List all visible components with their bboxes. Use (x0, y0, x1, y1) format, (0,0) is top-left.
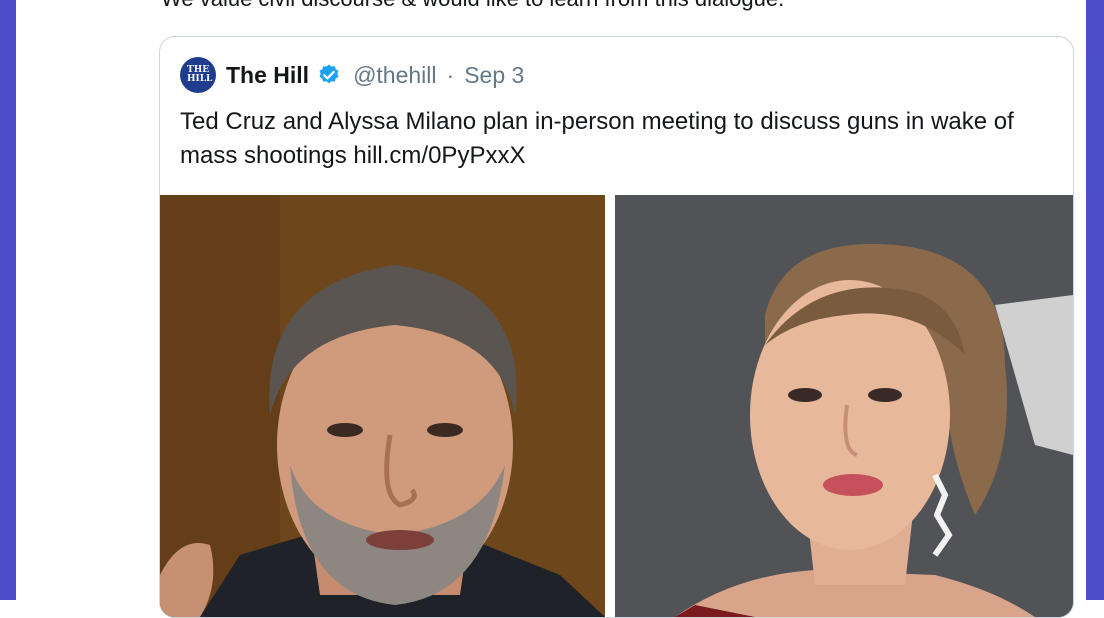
quoted-tweet-text: Ted Cruz and Alyssa Milano plan in-perso… (180, 108, 1014, 169)
quoted-tweet-header: THE HILL The Hill @thehill · Sep 3 (180, 57, 524, 93)
quoted-tweet-card[interactable]: THE HILL The Hill @thehill · Sep 3 Ted C… (159, 36, 1074, 618)
window-frame-right (1086, 0, 1104, 600)
avatar-text: THE HILL (187, 65, 213, 84)
separator-dot: · (446, 61, 455, 88)
tweet-panel: We value civil discourse & would like to… (16, 0, 1086, 618)
avatar[interactable]: THE HILL (180, 57, 216, 93)
tweet-text: We value civil discourse & would like to… (161, 0, 784, 12)
photo-right[interactable] (615, 195, 1073, 617)
verified-badge-icon (317, 63, 341, 87)
account-handle[interactable]: @thehill (353, 62, 436, 89)
account-name[interactable]: The Hill (226, 62, 309, 89)
window-frame-left (0, 0, 16, 600)
tweet-date[interactable]: Sep 3 (464, 62, 524, 89)
photo-left[interactable] (160, 195, 605, 617)
